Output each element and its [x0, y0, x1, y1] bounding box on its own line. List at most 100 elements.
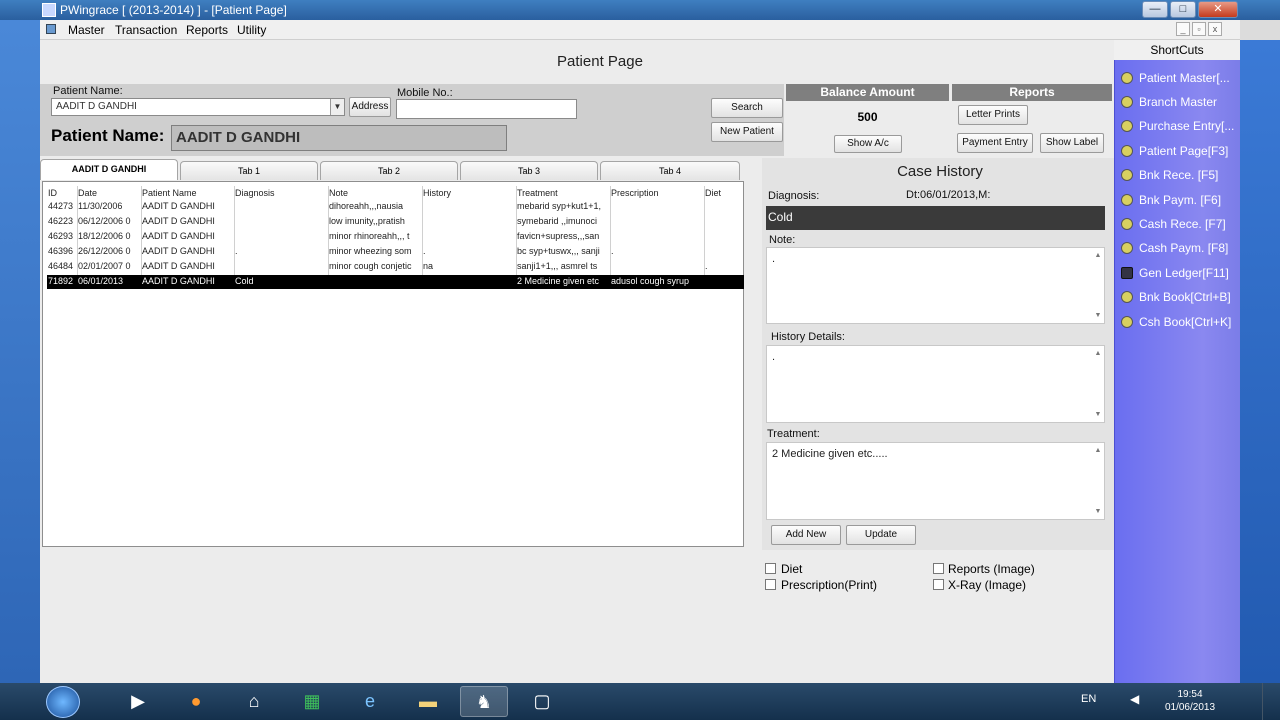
- tab-3[interactable]: Tab 3: [460, 161, 598, 180]
- close-button[interactable]: ✕: [1198, 1, 1238, 18]
- menu-utility[interactable]: Utility: [237, 23, 266, 37]
- shortcut-icon: [1121, 218, 1133, 230]
- menu-master[interactable]: Master: [68, 23, 105, 37]
- table-row[interactable]: 44273 11/30/2006 AADIT D GANDHI dihoreahh,,…: [47, 200, 744, 214]
- history-details-textarea[interactable]: . ▲ ▼: [766, 345, 1105, 423]
- language-indicator[interactable]: EN: [1081, 693, 1096, 705]
- maximize-button[interactable]: □: [1170, 1, 1196, 18]
- shortcut-branch-master[interactable]: Branch Master: [1121, 92, 1239, 112]
- media-player-icon[interactable]: ▶: [114, 686, 162, 717]
- diagnosis-field[interactable]: Cold: [766, 206, 1105, 230]
- table-cell: 26/12/2006 0: [78, 246, 131, 256]
- chevron-down-icon[interactable]: ▼: [330, 99, 344, 115]
- scroll-up-icon[interactable]: ▲: [1094, 252, 1102, 259]
- tab-2[interactable]: Tab 2: [320, 161, 458, 180]
- shortcut-gen-ledger[interactable]: Gen Ledger[F11]: [1121, 263, 1239, 283]
- window-title-bar[interactable]: PWingrace [ (2013-2014) ] - [Patient Pag…: [0, 0, 1280, 20]
- mdi-close-button[interactable]: x: [1208, 22, 1222, 36]
- treatment-textarea[interactable]: 2 Medicine given etc..... ▲ ▼: [766, 442, 1105, 520]
- shortcut-bank-payment[interactable]: Bnk Paym. [F6]: [1121, 190, 1239, 210]
- show-label-button[interactable]: Show Label: [1040, 133, 1104, 153]
- tab-patient[interactable]: AADIT D GANDHI: [40, 159, 178, 180]
- shortcut-label: Patient Master[...: [1139, 71, 1230, 85]
- network-app-icon[interactable]: ⌂: [230, 686, 278, 717]
- shortcut-cash-book[interactable]: Csh Book[Ctrl+K]: [1121, 312, 1239, 332]
- table-cell: mebarid syp+kut1+1,: [517, 201, 602, 211]
- column-header[interactable]: Patient Name: [142, 188, 234, 198]
- scroll-down-icon[interactable]: ▼: [1094, 508, 1102, 515]
- column-header[interactable]: Diagnosis: [235, 188, 328, 198]
- window-icon[interactable]: ▢: [518, 686, 566, 717]
- shortcut-cash-receipt[interactable]: Cash Rece. [F7]: [1121, 214, 1239, 234]
- table-row-selected[interactable]: 71892 06/01/2013 AADIT D GANDHI Cold 2 Medic…: [47, 275, 744, 289]
- new-patient-button[interactable]: New Patient: [711, 122, 783, 142]
- shortcut-patient-master[interactable]: Patient Master[...: [1121, 68, 1239, 88]
- address-button[interactable]: Address: [349, 97, 391, 117]
- table-row[interactable]: 46484 02/01/2007 0 AADIT D GANDHI minor cou…: [47, 260, 744, 274]
- shortcut-bank-receipt[interactable]: Bnk Rece. [F5]: [1121, 165, 1239, 185]
- shortcut-purchase-entry[interactable]: Purchase Entry[...: [1121, 116, 1239, 136]
- mdi-restore-button[interactable]: ▫: [1192, 22, 1206, 36]
- table-cell: .: [705, 261, 708, 271]
- column-header[interactable]: Treatment: [517, 188, 610, 198]
- table-cell: .: [423, 246, 426, 256]
- scroll-up-icon[interactable]: ▲: [1094, 350, 1102, 357]
- patient-name-combo[interactable]: AADIT D GANDHI ▼: [51, 98, 345, 116]
- menu-reports[interactable]: Reports: [186, 23, 228, 37]
- volume-icon[interactable]: ◀: [1130, 692, 1139, 706]
- xray-image-checkbox[interactable]: [933, 579, 944, 590]
- column-header[interactable]: Date: [78, 188, 141, 198]
- folder-icon[interactable]: ▬: [404, 686, 452, 717]
- diet-label: Diet: [781, 562, 803, 576]
- firefox-icon[interactable]: ●: [172, 686, 220, 717]
- note-textarea[interactable]: . ▲ ▼: [766, 247, 1105, 324]
- show-account-button[interactable]: Show A/c: [834, 135, 902, 153]
- patient-name-display: AADIT D GANDHI: [171, 125, 507, 151]
- menu-transaction[interactable]: Transaction: [115, 23, 177, 37]
- app-icon: [42, 3, 56, 17]
- table-row[interactable]: 46396 26/12/2006 0 AADIT D GANDHI. minor wh…: [47, 245, 744, 259]
- shortcut-patient-page[interactable]: Patient Page[F3]: [1121, 141, 1239, 161]
- table-row[interactable]: 46293 18/12/2006 0 AADIT D GANDHI minor rhi…: [47, 230, 744, 244]
- scroll-down-icon[interactable]: ▼: [1094, 411, 1102, 418]
- start-button[interactable]: [46, 686, 80, 718]
- mobile-input[interactable]: [396, 99, 577, 119]
- column-header[interactable]: Prescription: [611, 188, 704, 198]
- column-header[interactable]: ID: [48, 188, 77, 198]
- letter-prints-button[interactable]: Letter Prints: [958, 105, 1028, 125]
- scroll-down-icon[interactable]: ▼: [1094, 312, 1102, 319]
- prescription-checkbox[interactable]: [765, 579, 776, 590]
- payment-entry-button[interactable]: Payment Entry: [957, 133, 1033, 153]
- diet-checkbox[interactable]: [765, 563, 776, 574]
- shortcuts-header: ShortCuts: [1114, 40, 1240, 60]
- shortcut-icon: [1121, 316, 1133, 328]
- shortcut-bank-book[interactable]: Bnk Book[Ctrl+B]: [1121, 287, 1239, 307]
- minimize-button[interactable]: —: [1142, 1, 1168, 18]
- excel-icon[interactable]: ▦: [288, 686, 336, 717]
- history-details-label: History Details:: [771, 331, 845, 343]
- history-grid[interactable]: ID Date Patient Name Diagnosis Note History Tr…: [42, 181, 744, 547]
- column-header[interactable]: Diet: [705, 188, 745, 198]
- shortcut-label: Patient Page[F3]: [1139, 144, 1229, 158]
- add-new-button[interactable]: Add New: [771, 525, 841, 545]
- table-cell: 46484: [48, 261, 74, 271]
- reports-image-checkbox[interactable]: [933, 563, 944, 574]
- update-button[interactable]: Update: [846, 525, 916, 545]
- clock[interactable]: 19:54 01/06/2013: [1150, 688, 1230, 714]
- column-header[interactable]: Note: [329, 188, 422, 198]
- mdi-minimize-button[interactable]: _: [1176, 22, 1190, 36]
- table-cell: minor wheezing som: [329, 246, 412, 256]
- search-button[interactable]: Search: [711, 98, 783, 118]
- reports-panel: Reports Letter Prints Payment Entry Show…: [952, 84, 1112, 154]
- pwingrace-taskbar-icon[interactable]: ♞: [460, 686, 508, 717]
- show-desktop-button[interactable]: [1262, 683, 1280, 720]
- table-cell: low imunity,,pratish: [329, 216, 405, 226]
- table-cell: symebarid ,,imunoci: [517, 216, 598, 226]
- column-header[interactable]: History: [423, 188, 516, 198]
- tab-4[interactable]: Tab 4: [600, 161, 740, 180]
- table-row[interactable]: 46223 06/12/2006 0 AADIT D GANDHI low imuni…: [47, 215, 744, 229]
- scroll-up-icon[interactable]: ▲: [1094, 447, 1102, 454]
- tab-1[interactable]: Tab 1: [180, 161, 318, 180]
- internet-explorer-icon[interactable]: e: [346, 686, 394, 717]
- shortcut-cash-payment[interactable]: Cash Paym. [F8]: [1121, 238, 1239, 258]
